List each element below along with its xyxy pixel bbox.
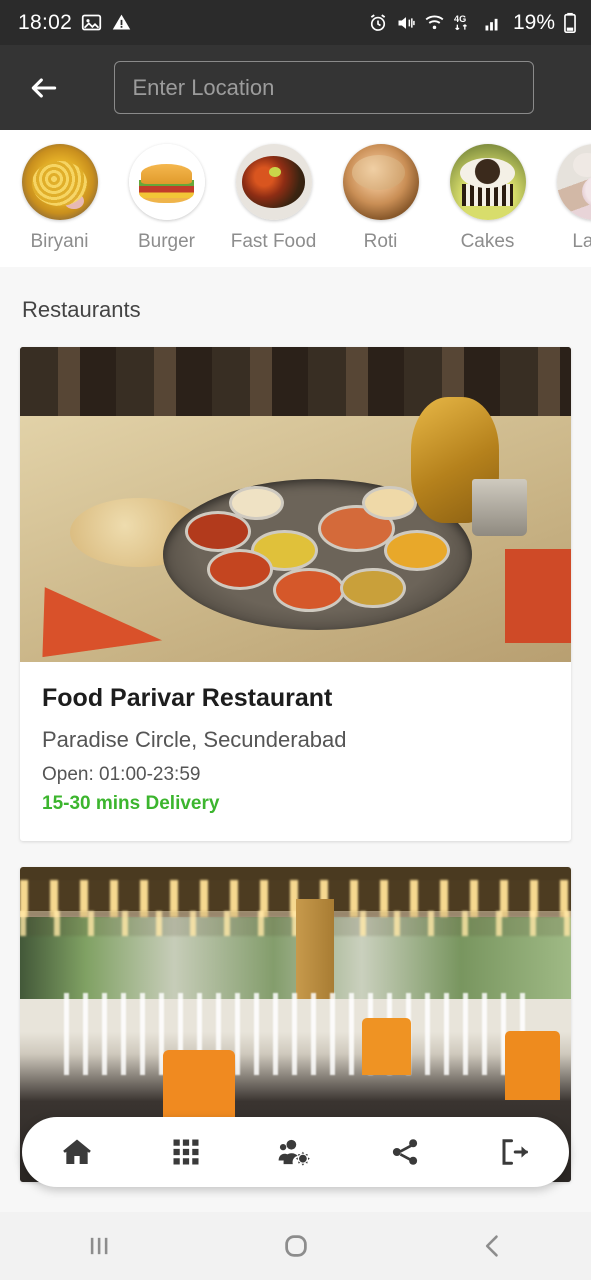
signal-bars-icon	[483, 13, 503, 33]
users-cog-icon	[278, 1136, 312, 1168]
restaurant-hours: Open: 01:00-23:59	[42, 764, 201, 785]
category-item-roti[interactable]: Roti	[335, 144, 426, 253]
alarm-icon	[368, 13, 388, 33]
image-icon	[81, 12, 102, 33]
category-label: Roti	[363, 231, 398, 252]
warning-triangle-icon	[111, 12, 132, 33]
location-input[interactable]	[113, 61, 534, 114]
category-item-biryani[interactable]: Biryani	[14, 144, 105, 253]
bottom-navigation-bar	[22, 1117, 569, 1187]
category-item-fast-food[interactable]: Fast Food	[228, 144, 319, 253]
category-label: Cakes	[460, 231, 515, 252]
restaurant-delivery-badge: 15-30 mins Delivery	[42, 793, 220, 814]
section-title-restaurants: Restaurants	[22, 297, 141, 322]
category-thumbnail	[556, 144, 591, 220]
battery-icon	[563, 12, 577, 34]
category-label: Lassi	[572, 231, 591, 252]
category-label: Burger	[137, 231, 196, 252]
status-bar-right: 4G 19%	[368, 11, 577, 35]
app-screen: 18:02 4G 19% Enter Location Biryani Burg…	[0, 0, 591, 1280]
restaurant-photo-thali	[20, 347, 571, 662]
grid-apps-icon	[171, 1137, 201, 1167]
category-thumbnail	[449, 144, 526, 220]
category-thumbnail	[342, 144, 419, 220]
system-recents-button[interactable]	[54, 1217, 144, 1275]
category-thumbnail	[128, 144, 205, 220]
restaurant-address: Paradise Circle, Secunderabad	[42, 727, 347, 752]
status-bar: 18:02 4G 19%	[0, 0, 591, 45]
back-button[interactable]	[16, 60, 72, 116]
category-label: Fast Food	[230, 231, 317, 252]
category-item-burger[interactable]: Burger	[121, 144, 212, 253]
restaurant-info: Food Parivar Restaurant Paradise Circle,…	[20, 662, 571, 841]
svg-text:4G: 4G	[454, 14, 466, 24]
app-header	[0, 45, 591, 130]
nav-logout-button[interactable]	[482, 1120, 546, 1184]
system-home-button[interactable]	[251, 1217, 341, 1275]
android-system-navigation	[0, 1212, 591, 1280]
back-chevron-icon	[479, 1232, 507, 1260]
system-back-button[interactable]	[448, 1217, 538, 1275]
nav-home-button[interactable]	[45, 1120, 109, 1184]
mute-icon	[396, 13, 416, 33]
status-bar-left: 18:02	[18, 11, 132, 35]
wifi-icon	[424, 12, 445, 33]
category-item-lassi[interactable]: Lassi	[549, 144, 591, 253]
home-icon	[61, 1136, 93, 1168]
category-item-cakes[interactable]: Cakes	[442, 144, 533, 253]
category-thumbnail	[21, 144, 98, 220]
back-arrow-icon	[28, 72, 60, 104]
nav-categories-button[interactable]	[154, 1120, 218, 1184]
status-bar-clock: 18:02	[18, 10, 73, 34]
category-thumbnail	[235, 144, 312, 220]
category-carousel[interactable]: Biryani Burger Fast Food Roti Cakes Lass…	[0, 130, 591, 267]
location-search-wrapper	[72, 61, 575, 114]
restaurant-card[interactable]: Food Parivar Restaurant Paradise Circle,…	[20, 347, 571, 841]
restaurant-name: Food Parivar Restaurant	[42, 684, 333, 712]
category-label: Biryani	[30, 231, 89, 252]
logout-icon	[498, 1137, 530, 1167]
4g-icon: 4G	[453, 13, 475, 33]
home-circle-icon	[281, 1231, 311, 1261]
nav-share-button[interactable]	[373, 1120, 437, 1184]
nav-manage-users-button[interactable]	[263, 1120, 327, 1184]
main-content: Restaurants Food Parivar Restaurant Para…	[0, 267, 591, 1182]
battery-percent-label: 19%	[512, 10, 555, 34]
recents-icon	[85, 1232, 113, 1260]
share-icon	[390, 1137, 420, 1167]
